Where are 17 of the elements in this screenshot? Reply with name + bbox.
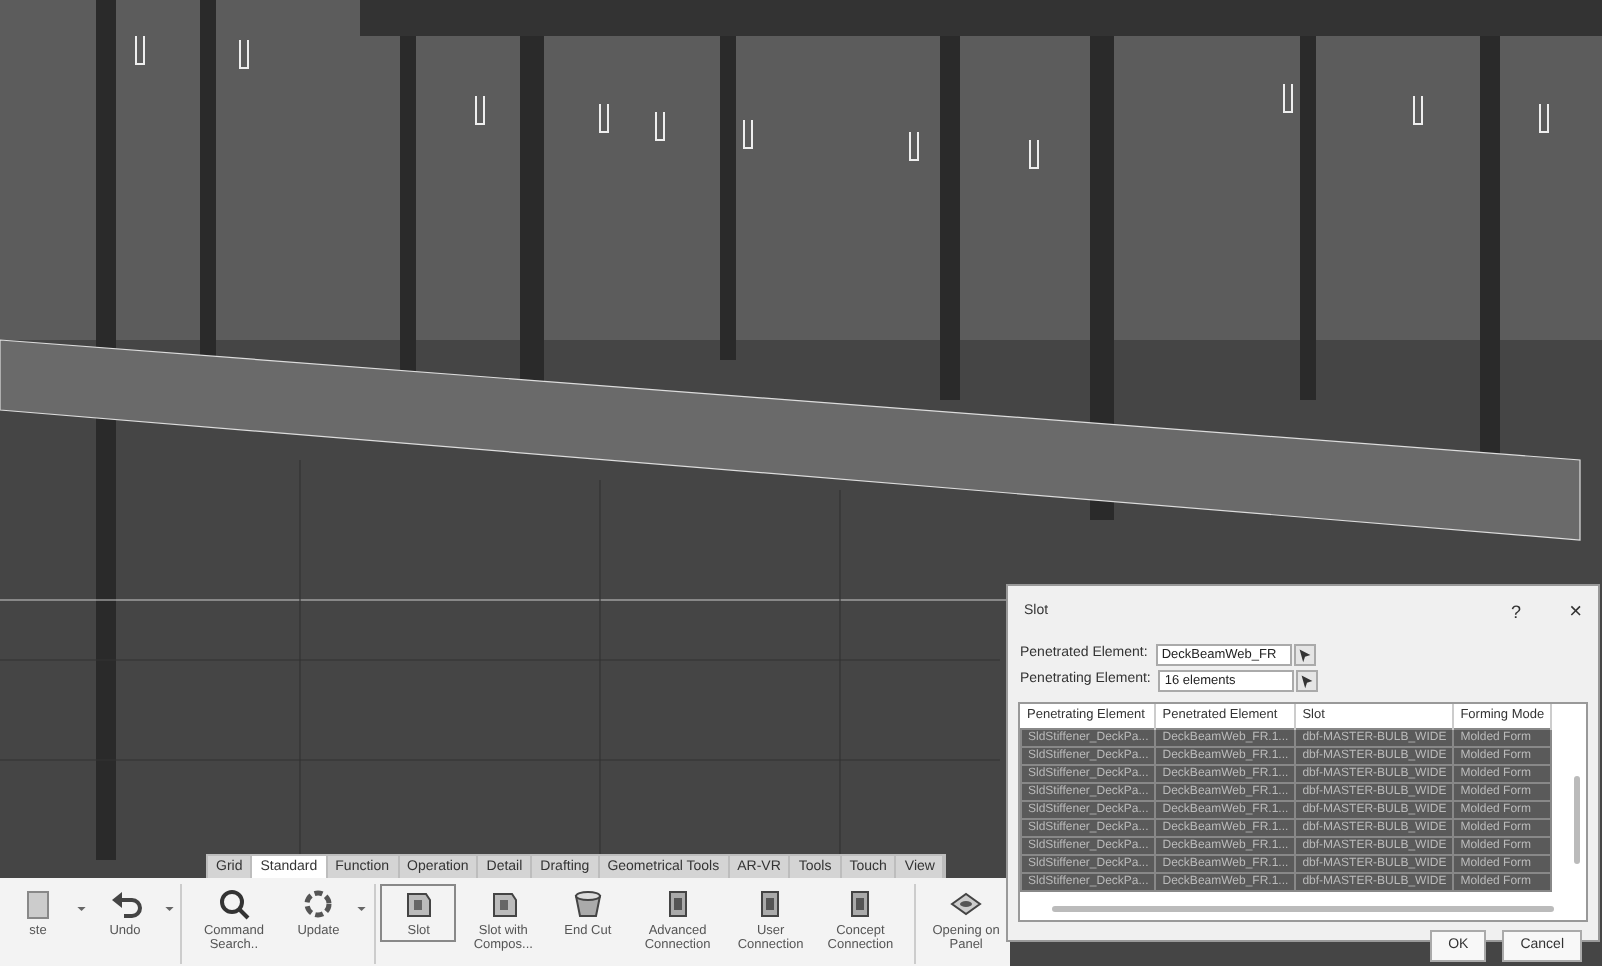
horizontal-scrollbar[interactable]: [1052, 905, 1554, 911]
part-icon: [487, 888, 520, 920]
cup-icon: [571, 888, 604, 920]
select-button[interactable]: [1293, 643, 1316, 665]
undo-icon: [109, 888, 141, 920]
vertical-scrollbar[interactable]: [1574, 775, 1580, 863]
caret-icon[interactable]: [76, 904, 87, 914]
select-button[interactable]: [1296, 669, 1319, 691]
page-icon: [22, 888, 54, 920]
caret-icon[interactable]: [163, 904, 174, 914]
caret-icon[interactable]: [356, 904, 368, 914]
part-icon: [402, 888, 435, 920]
help-button[interactable]: ?: [1511, 599, 1522, 626]
search-icon: [217, 888, 250, 920]
refresh-icon: [302, 888, 335, 920]
panel-opening-icon: [950, 888, 983, 920]
close-button[interactable]: ×: [1569, 596, 1582, 629]
